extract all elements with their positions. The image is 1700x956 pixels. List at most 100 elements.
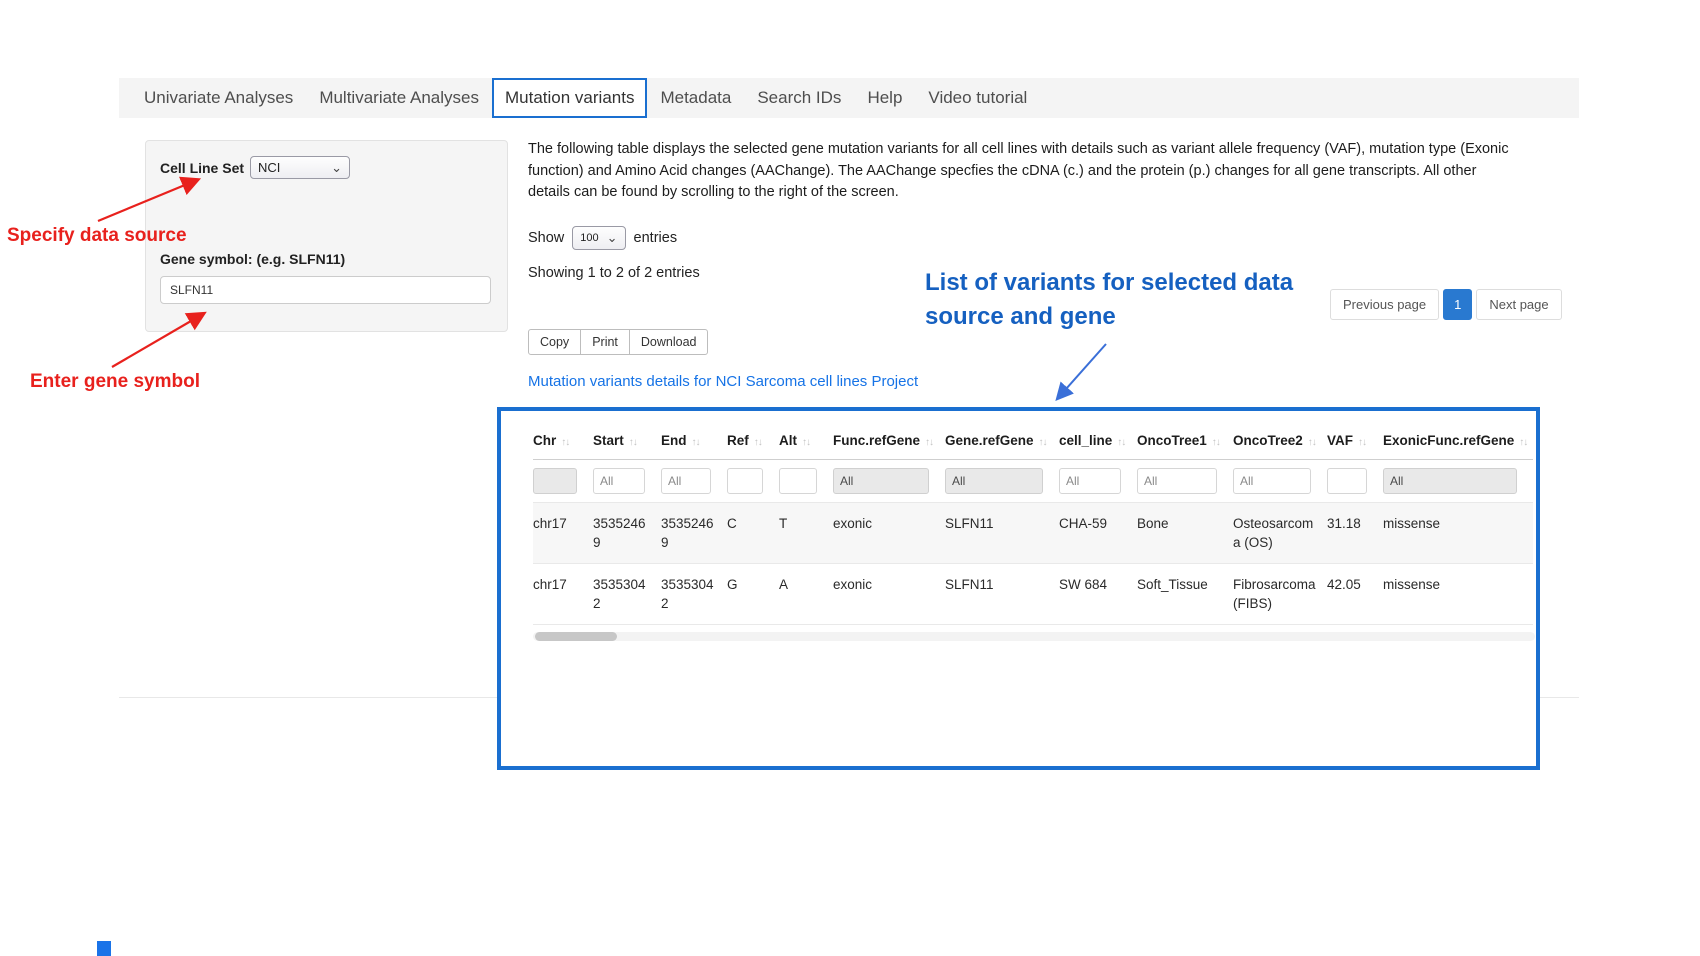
sort-icon[interactable]: ↑↓ bbox=[1308, 437, 1316, 448]
chevron-down-icon: ⌄ bbox=[331, 163, 342, 173]
filter-input-end[interactable] bbox=[661, 468, 711, 494]
column-header-oncotree1[interactable]: OncoTree1 ↑↓ bbox=[1137, 421, 1233, 460]
table-cell: 31.18 bbox=[1327, 503, 1383, 564]
tab-help[interactable]: Help bbox=[854, 78, 915, 118]
download-button[interactable]: Download bbox=[629, 329, 709, 355]
sort-icon[interactable]: ↑↓ bbox=[754, 437, 762, 448]
filter-input-gene-refgene[interactable] bbox=[945, 468, 1043, 494]
sort-icon[interactable]: ↑↓ bbox=[1358, 437, 1366, 448]
sort-icon[interactable]: ↑↓ bbox=[1519, 437, 1527, 448]
sort-icon[interactable]: ↑↓ bbox=[1039, 437, 1047, 448]
table-cell: Soft_Tissue bbox=[1137, 564, 1233, 625]
filter-input-chr[interactable] bbox=[533, 468, 577, 494]
annotation-enter-gene-symbol: Enter gene symbol bbox=[30, 371, 200, 393]
tab-univariate-analyses[interactable]: Univariate Analyses bbox=[131, 78, 306, 118]
table-cell: chr17 bbox=[533, 503, 593, 564]
filter-input-oncotree1[interactable] bbox=[1137, 468, 1217, 494]
table-cell: 35352469 bbox=[661, 503, 727, 564]
table-cell: Bone bbox=[1137, 503, 1233, 564]
filter-input-alt[interactable] bbox=[779, 468, 817, 494]
column-header-gene-refgene[interactable]: Gene.refGene ↑↓ bbox=[945, 421, 1059, 460]
tab-metadata[interactable]: Metadata bbox=[647, 78, 744, 118]
sort-icon[interactable]: ↑↓ bbox=[925, 437, 933, 448]
scrollbar-thumb[interactable] bbox=[535, 632, 617, 641]
table-cell: missense bbox=[1383, 564, 1533, 625]
sort-icon[interactable]: ↑↓ bbox=[802, 437, 810, 448]
column-header-vaf[interactable]: VAF↑↓ bbox=[1327, 421, 1383, 460]
column-header-start[interactable]: Start↑↓ bbox=[593, 421, 661, 460]
table-row[interactable]: chr173535304235353042GAexonicSLFN11SW 68… bbox=[533, 564, 1533, 625]
table-cell: exonic bbox=[833, 503, 945, 564]
cell-line-set-label: Cell Line Set bbox=[160, 160, 244, 176]
entries-value: 100 bbox=[580, 232, 598, 244]
entries-label: entries bbox=[634, 230, 678, 246]
annotation-list-of-variants: List of variants for selected data sourc… bbox=[925, 266, 1325, 334]
show-entries-control: Show 100 ⌄ entries bbox=[528, 226, 677, 250]
column-label: Gene.refGene bbox=[945, 433, 1034, 448]
sort-icon[interactable]: ↑↓ bbox=[1212, 437, 1220, 448]
table-cell: G bbox=[727, 564, 779, 625]
print-button[interactable]: Print bbox=[580, 329, 630, 355]
filter-input-start[interactable] bbox=[593, 468, 645, 494]
column-label: OncoTree2 bbox=[1233, 433, 1303, 448]
table-header-row: Chr↑↓Start↑↓End↑↓Ref↑↓Alt↑↓Func.refGene↑… bbox=[533, 421, 1533, 460]
column-header-cell-line[interactable]: cell_line ↑↓ bbox=[1059, 421, 1137, 460]
table-row[interactable]: chr173535246935352469CTexonicSLFN11CHA-5… bbox=[533, 503, 1533, 564]
horizontal-scrollbar[interactable] bbox=[533, 632, 1535, 641]
filter-input-exonicfunc-refgene[interactable] bbox=[1383, 468, 1517, 494]
column-label: Chr bbox=[533, 433, 556, 448]
column-label: cell_line bbox=[1059, 433, 1112, 448]
cell-line-set-select[interactable]: NCI ⌄ bbox=[250, 156, 350, 179]
filter-input-cell-line[interactable] bbox=[1059, 468, 1121, 494]
tab-multivariate-analyses[interactable]: Multivariate Analyses bbox=[306, 78, 492, 118]
control-panel: Cell Line Set NCI ⌄ Gene symbol: (e.g. S… bbox=[145, 140, 508, 332]
table-cell: SLFN11 bbox=[945, 503, 1059, 564]
table-cell: 35352469 bbox=[593, 503, 661, 564]
table-cell: T bbox=[779, 503, 833, 564]
chevron-down-icon: ⌄ bbox=[607, 233, 618, 243]
table-cell: 42.05 bbox=[1327, 564, 1383, 625]
column-label: End bbox=[661, 433, 687, 448]
tab-search-ids[interactable]: Search IDs bbox=[744, 78, 854, 118]
sort-icon[interactable]: ↑↓ bbox=[692, 437, 700, 448]
current-page-button[interactable]: 1 bbox=[1443, 289, 1472, 320]
column-header-exonicfunc-refgene[interactable]: ExonicFunc.refGene↑↓ bbox=[1383, 421, 1533, 460]
column-header-oncotree2[interactable]: OncoTree2 ↑↓ bbox=[1233, 421, 1327, 460]
next-page-button[interactable]: Next page bbox=[1476, 289, 1561, 320]
sort-icon[interactable]: ↑↓ bbox=[561, 437, 569, 448]
filter-input-ref[interactable] bbox=[727, 468, 763, 494]
column-header-chr[interactable]: Chr ↑↓ bbox=[533, 421, 593, 460]
entries-select[interactable]: 100 ⌄ bbox=[572, 226, 625, 250]
column-label: Ref bbox=[727, 433, 749, 448]
table-filter-row bbox=[533, 460, 1533, 503]
table-description: The following table displays the selecte… bbox=[528, 139, 1522, 204]
annotation-specify-data-source: Specify data source bbox=[7, 225, 187, 247]
table-cell: CHA-59 bbox=[1059, 503, 1137, 564]
table-body: chr173535246935352469CTexonicSLFN11CHA-5… bbox=[533, 503, 1533, 625]
main-nav: Univariate AnalysesMultivariate Analyses… bbox=[119, 78, 1579, 118]
column-label: OncoTree1 bbox=[1137, 433, 1207, 448]
table-cell: 35353042 bbox=[593, 564, 661, 625]
copy-button[interactable]: Copy bbox=[528, 329, 581, 355]
arrow-list-of-variants bbox=[1058, 344, 1106, 398]
filter-input-func-refgene[interactable] bbox=[833, 468, 929, 494]
table-title: Mutation variants details for NCI Sarcom… bbox=[528, 373, 918, 390]
column-header-func-refgene[interactable]: Func.refGene ↑↓ bbox=[833, 421, 945, 460]
export-buttons: Copy Print Download bbox=[528, 329, 708, 355]
show-label: Show bbox=[528, 230, 564, 246]
column-label: Func.refGene bbox=[833, 433, 920, 448]
sort-icon[interactable]: ↑↓ bbox=[1117, 437, 1125, 448]
filter-input-vaf[interactable] bbox=[1327, 468, 1367, 494]
column-header-ref[interactable]: Ref ↑↓ bbox=[727, 421, 779, 460]
previous-page-button[interactable]: Previous page bbox=[1330, 289, 1439, 320]
sort-icon[interactable]: ↑↓ bbox=[629, 437, 637, 448]
tab-mutation-variants[interactable]: Mutation variants bbox=[492, 78, 647, 118]
nav-tabs: Univariate AnalysesMultivariate Analyses… bbox=[131, 78, 1040, 118]
pagination: Previous page 1 Next page bbox=[1330, 289, 1562, 320]
column-header-alt[interactable]: Alt↑↓ bbox=[779, 421, 833, 460]
filter-input-oncotree2[interactable] bbox=[1233, 468, 1311, 494]
gene-symbol-label: Gene symbol: (e.g. SLFN11) bbox=[160, 251, 493, 267]
column-header-end[interactable]: End ↑↓ bbox=[661, 421, 727, 460]
gene-symbol-input[interactable] bbox=[160, 276, 491, 304]
tab-video-tutorial[interactable]: Video tutorial bbox=[915, 78, 1040, 118]
